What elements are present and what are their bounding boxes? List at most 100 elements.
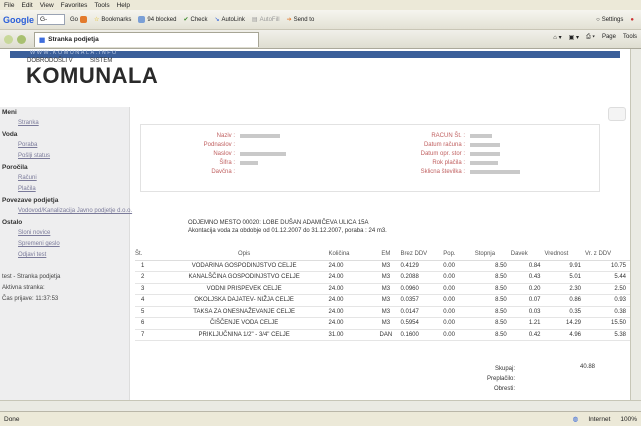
table-cell: 0.5954 <box>400 317 444 330</box>
sidebar-link[interactable]: Plačila <box>0 184 129 195</box>
go-button[interactable]: Go <box>70 16 88 23</box>
table-row: 7 PRIKLJUČNINA 1/2" - 3/4" CELJE 31.00 DAN 0… <box>135 329 630 341</box>
sidebar-link[interactable]: Vodovod/Kanalizacija Javno podjetje d.o.… <box>0 206 132 217</box>
field-podnaslov-label: Podnaslov : <box>203 142 235 148</box>
google-logo[interactable]: Google <box>3 15 34 25</box>
table-cell: 24.00 <box>328 317 372 330</box>
table-cell: 0.4129 <box>400 260 444 272</box>
column-header: Vr. z DDV <box>585 248 630 261</box>
settings-icon: ○ <box>596 16 600 23</box>
column-header: Št. <box>135 248 160 261</box>
menu-edit[interactable]: Edit <box>21 2 32 9</box>
field-rok-placila-value <box>470 161 498 166</box>
sidebar-link[interactable]: Pošlji status <box>0 151 129 162</box>
column-header: Brez DDV <box>400 248 444 261</box>
table-cell: 0.43 <box>510 271 545 284</box>
page-icon: ▦ <box>39 36 46 44</box>
column-header: Količina <box>328 248 372 261</box>
table-cell: M3 <box>371 317 401 330</box>
consumption-notice: ODJEMNO MESTO 00020: LOBE DUŠAN ADAMIČEV… <box>188 219 387 235</box>
table-cell: M3 <box>371 283 401 295</box>
menu-file[interactable]: File <box>4 2 14 9</box>
tools-menu[interactable]: Tools <box>623 34 637 41</box>
sidebar-link[interactable]: Poraba <box>0 140 129 151</box>
extra-icon[interactable]: ● <box>630 17 634 23</box>
sidebar-link[interactable]: Odjavi test <box>0 250 129 261</box>
feeds-icon[interactable]: ▣ ▾ <box>569 34 579 41</box>
go-label: Go <box>70 16 79 23</box>
google-search-input[interactable]: G- <box>37 14 65 25</box>
table-cell: 0.03 <box>510 306 545 318</box>
sidebar-link[interactable]: Računi <box>0 173 129 184</box>
table-cell: TAKSA ZA ONESNAŽEVANJE CELJE <box>159 306 329 318</box>
table-cell: 24.00 <box>328 294 372 307</box>
table-cell: 8.50 <box>474 260 511 272</box>
table-cell: ČIŠČENJE VODA CELJE <box>159 317 329 330</box>
table-cell: 7 <box>135 329 160 341</box>
popup-blocker-button[interactable]: 94 blocked <box>138 16 176 23</box>
check-button[interactable]: ✔ Check <box>183 16 208 24</box>
page-menu[interactable]: Page <box>602 34 616 41</box>
table-cell: 0.38 <box>585 306 630 318</box>
sidebar-link[interactable]: Stranka <box>0 118 129 129</box>
favorites-star-icon[interactable] <box>4 34 13 44</box>
table-cell: 3 <box>135 283 160 295</box>
field-racun-label: RACUN Št. : <box>431 133 465 139</box>
table-cell: M3 <box>371 294 401 307</box>
star-icon: ☆ <box>94 17 100 23</box>
total-preplacilo-label: Preplačilo: <box>486 376 515 382</box>
menu-help[interactable]: Help <box>117 2 130 9</box>
top-right-button[interactable] <box>608 107 626 121</box>
blocked-label: 94 blocked <box>147 16 177 23</box>
settings-button[interactable]: ○ Settings <box>596 17 623 23</box>
table-cell: 0.1600 <box>400 329 444 341</box>
bookmarks-button[interactable]: ☆ Bookmarks <box>94 16 131 24</box>
notice-line-2: Akontacija voda za obdobje od 01.12.2007… <box>188 228 387 234</box>
field-sifra-label: Šifra : <box>219 160 235 166</box>
menu-tools[interactable]: Tools <box>94 2 109 9</box>
field-sklicna-label: Sklicna številka : <box>420 169 465 175</box>
table-cell: 1 <box>135 260 160 272</box>
field-davcna-label: Davčna : <box>211 169 235 175</box>
check-label: Check <box>190 16 208 23</box>
field-datum-racuna-value <box>470 143 500 148</box>
header-url: WWW.KOMUNALA.INFO <box>30 50 118 56</box>
horizontal-scrollbar[interactable] <box>0 400 641 411</box>
popup-blocker-icon <box>138 16 146 23</box>
table-cell: 5.01 <box>544 271 585 284</box>
add-favorites-icon[interactable] <box>17 34 26 44</box>
table-cell: 0.2088 <box>400 271 444 284</box>
table-cell: 24.00 <box>328 306 372 318</box>
autofill-button[interactable]: ▤ AutoFill <box>252 16 280 24</box>
field-racun-value <box>470 134 492 139</box>
sendto-icon: ➔ <box>286 17 292 23</box>
menu-view[interactable]: View <box>40 2 54 9</box>
table-cell: 0.00 <box>443 306 475 318</box>
print-icon[interactable]: ⎙ ▾ <box>586 34 595 41</box>
notice-line-1: ODJEMNO MESTO 00020: LOBE DUŠAN ADAMIČEV… <box>188 220 369 226</box>
sidebar-link[interactable]: Sloni novice <box>0 228 129 239</box>
table-cell: 8.50 <box>474 271 511 284</box>
sidebar-link[interactable]: Spremeni geslo <box>0 239 129 250</box>
column-header: Davek <box>510 248 545 261</box>
field-sklicna-value <box>470 170 520 175</box>
column-header: EM <box>371 248 401 261</box>
vertical-scrollbar[interactable] <box>630 49 641 400</box>
tab-stranka-podjetja[interactable]: ▦ Stranka podjetja <box>34 31 259 47</box>
table-cell: OKOLJSKA DAJATEV- NIŽJA CELJE <box>159 294 329 307</box>
sidebar: Meni Stranka Voda Poraba Pošlji status Poroči… <box>0 107 132 400</box>
total-obresti-label: Obresti: <box>493 386 515 392</box>
sendto-button[interactable]: ➔ Send to <box>286 16 315 24</box>
table-cell: 1.21 <box>510 317 545 330</box>
table-cell: 6 <box>135 317 160 330</box>
table-cell: 0.42 <box>510 329 545 341</box>
table-cell: 2.50 <box>585 283 630 295</box>
table-cell: DAN <box>371 329 401 341</box>
zoom-level[interactable]: 100% <box>620 416 637 423</box>
table-row: 6 ČIŠČENJE VODA CELJE 24.00 M3 0.5954 0.00 8.5… <box>135 317 630 330</box>
home-icon[interactable]: ⌂ ▾ <box>553 34 561 41</box>
menu-favorites[interactable]: Favorites <box>61 2 88 9</box>
table-cell: 8.50 <box>474 294 511 307</box>
autolink-button[interactable]: ↘ AutoLink <box>215 16 245 24</box>
menu-bar: File Edit View Favorites Tools Help <box>0 0 641 10</box>
